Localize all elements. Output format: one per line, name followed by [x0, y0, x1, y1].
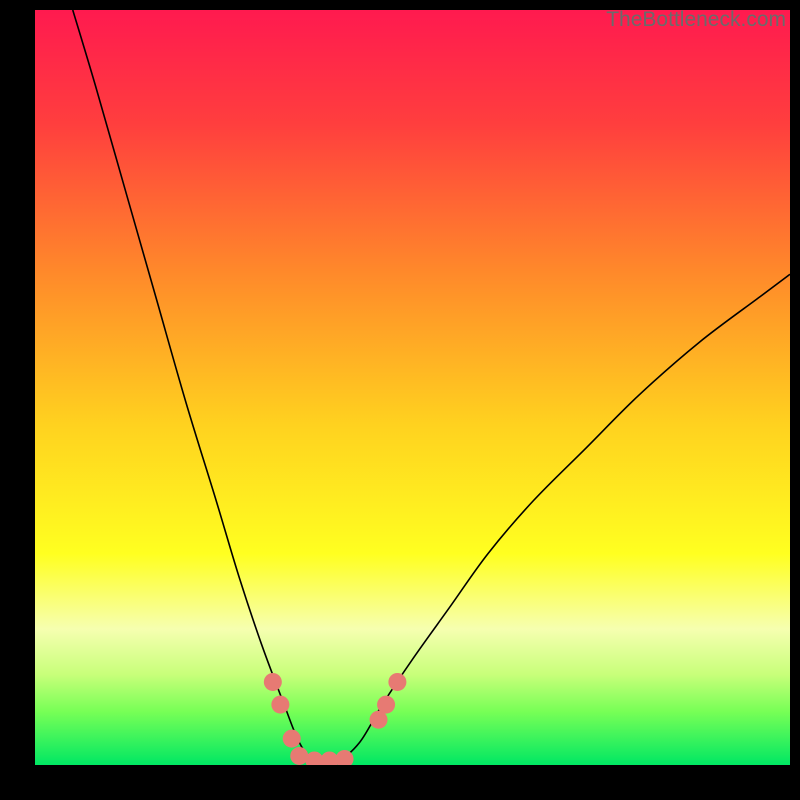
- data-marker: [264, 673, 282, 691]
- plot-area: [35, 10, 790, 765]
- gradient-background: [35, 10, 790, 765]
- data-marker: [388, 673, 406, 691]
- data-marker: [283, 730, 301, 748]
- data-marker: [271, 696, 289, 714]
- data-marker: [377, 696, 395, 714]
- watermark-label: TheBottleneck.com: [606, 8, 786, 32]
- chart-svg: [35, 10, 790, 765]
- chart-container: { "watermark": "TheBottleneck.com", "cha…: [0, 0, 800, 800]
